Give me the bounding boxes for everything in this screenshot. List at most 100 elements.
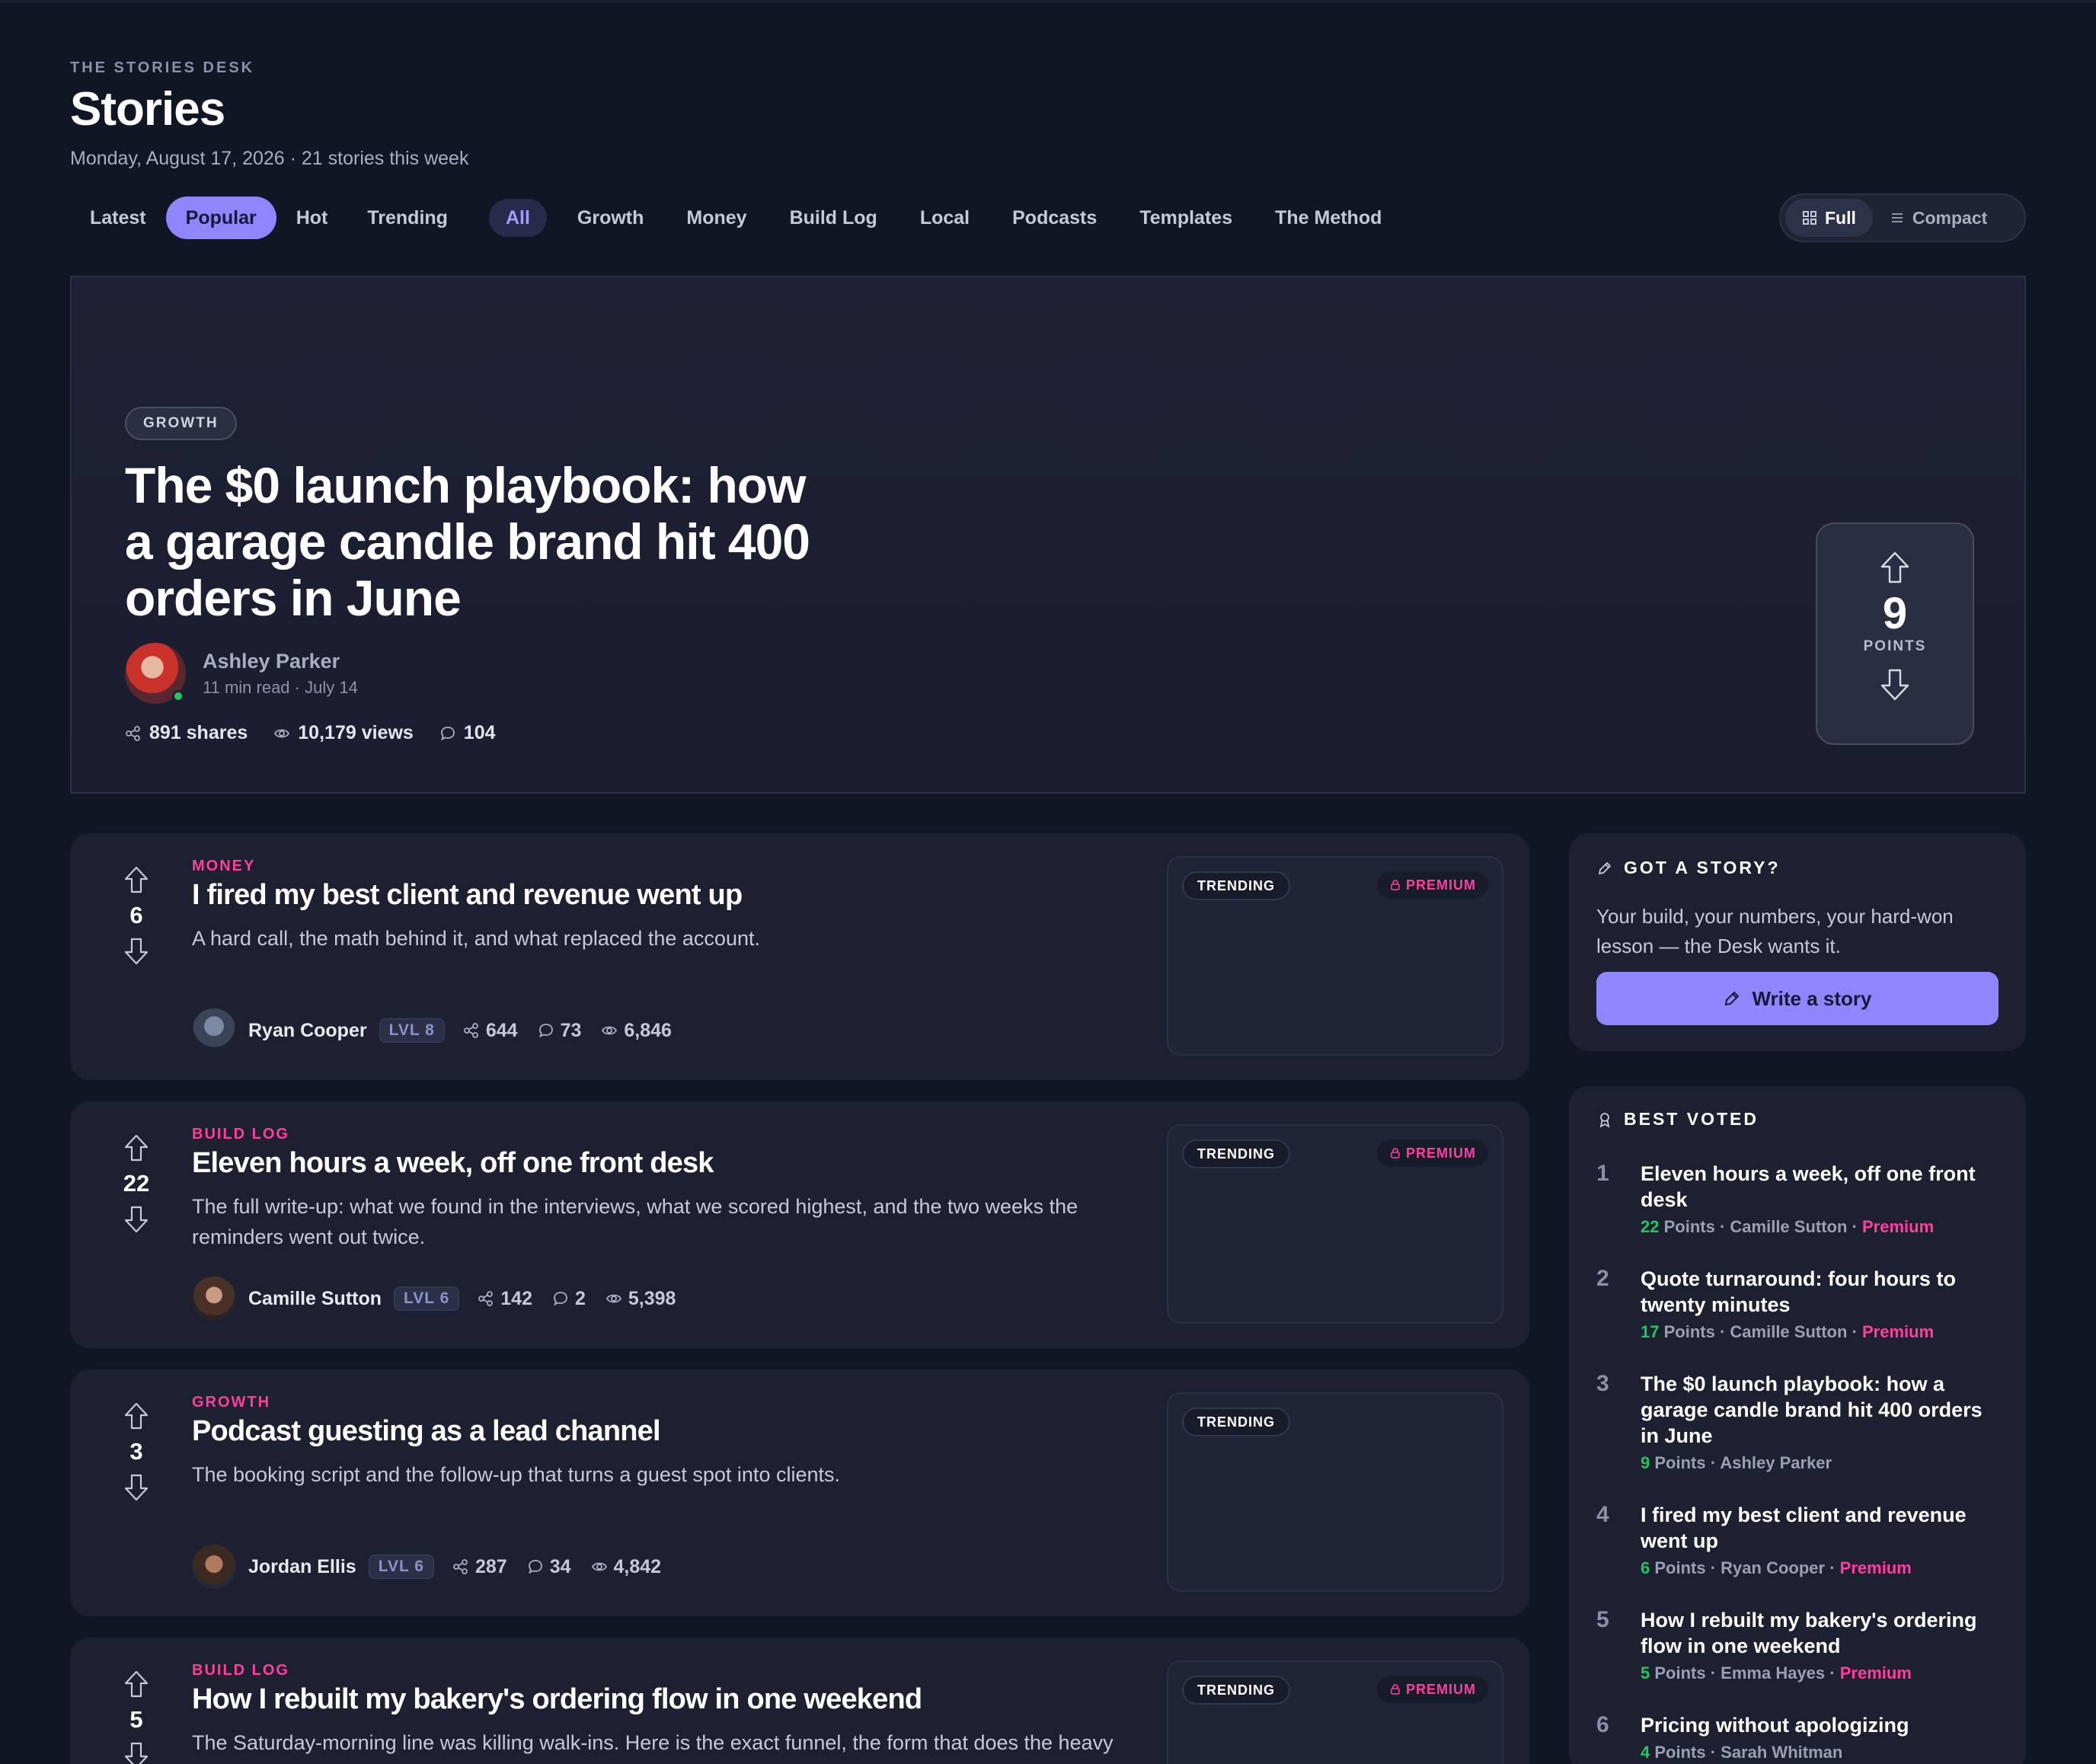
best-voted-title-link[interactable]: I fired my best client and revenue went …: [1641, 1502, 2006, 1554]
tab-the-method[interactable]: The Method: [1254, 197, 1403, 239]
level-badge: LVL 6: [394, 1286, 460, 1311]
upvote-icon[interactable]: [120, 1668, 152, 1700]
avatar[interactable]: [125, 643, 186, 704]
tab-all[interactable]: All: [488, 199, 547, 237]
best-voted-meta: 22 Points · Camille Sutton · Premium: [1641, 1217, 1935, 1236]
tab-local[interactable]: Local: [899, 197, 991, 239]
best-voted-title-link[interactable]: Quote turnaround: four hours to twenty m…: [1641, 1266, 2006, 1318]
story-thumbnail[interactable]: TRENDING: [1167, 1392, 1503, 1592]
story-author[interactable]: Ryan Cooper: [248, 1020, 367, 1042]
hero-category-badge[interactable]: GROWTH: [125, 407, 237, 440]
author-name[interactable]: Camille Sutton: [1730, 1217, 1847, 1236]
tab-podcasts[interactable]: Podcasts: [991, 197, 1118, 239]
eye-icon: [274, 729, 290, 737]
story-category[interactable]: MONEY: [192, 858, 255, 875]
share-icon: [126, 725, 140, 741]
best-voted-heading: BEST VOTED: [1596, 1109, 1759, 1130]
upvote-icon[interactable]: [1876, 548, 1914, 586]
best-voted-title-link[interactable]: How I rebuilt my bakery's ordering flow …: [1641, 1607, 2006, 1659]
story-card[interactable]: 6 MONEY I fired my best client and reven…: [70, 833, 1529, 1080]
story-points: 5: [129, 1706, 143, 1733]
got-a-story-text: Your build, your numbers, your hard-won …: [1596, 905, 1954, 957]
author-name[interactable]: Sarah Whitman: [1721, 1743, 1842, 1762]
avatar[interactable]: [192, 1008, 236, 1053]
points-value: 4: [1641, 1743, 1650, 1762]
downvote-icon[interactable]: [120, 935, 152, 967]
best-voted-title-link[interactable]: Pricing without apologizing: [1641, 1712, 2006, 1738]
story-category[interactable]: BUILD LOG: [192, 1126, 289, 1143]
story-comments[interactable]: 73: [538, 1020, 581, 1042]
story-title[interactable]: How I rebuilt my bakery's ordering flow …: [192, 1683, 922, 1716]
top-edge: [0, 0, 2096, 3]
best-voted-title-link[interactable]: The $0 launch playbook: how a garage can…: [1641, 1371, 2006, 1449]
hero-views-value: 10,179 views: [298, 722, 414, 743]
story-title[interactable]: Podcast guesting as a lead channel: [192, 1415, 661, 1448]
story-thumbnail[interactable]: TRENDING PREMIUM: [1167, 1124, 1503, 1324]
story-card[interactable]: 22 BUILD LOG Eleven hours a week, off on…: [70, 1101, 1529, 1348]
tab-popular[interactable]: Popular: [165, 197, 276, 239]
hero-title[interactable]: The $0 launch playbook: how a garage can…: [125, 457, 810, 626]
downvote-icon[interactable]: [1876, 666, 1914, 704]
view-full-button[interactable]: Full: [1785, 199, 1873, 237]
view-toggle: Full Compact: [1779, 193, 2026, 242]
hero-comments[interactable]: 104: [439, 722, 496, 744]
lock-icon: [1391, 1148, 1400, 1158]
story-views: 5,398: [605, 1288, 676, 1310]
downvote-icon[interactable]: [120, 1203, 152, 1235]
story-title[interactable]: Eleven hours a week, off one front desk: [192, 1147, 714, 1180]
points-value: 17: [1641, 1322, 1660, 1341]
upvote-icon[interactable]: [120, 1400, 152, 1432]
tab-templates[interactable]: Templates: [1118, 197, 1254, 239]
premium-badge: PREMIUM: [1377, 1139, 1488, 1167]
vote-column: 3: [110, 1400, 163, 1504]
tab-build-log[interactable]: Build Log: [768, 197, 899, 239]
story-card[interactable]: 3 GROWTH Podcast guesting as a lead chan…: [70, 1369, 1529, 1616]
rank-number: 4: [1596, 1502, 1609, 1527]
author-name[interactable]: Ryan Cooper: [1721, 1558, 1825, 1577]
section-kicker: THE STORIES DESK: [70, 59, 255, 76]
vote-column: 22: [110, 1132, 163, 1235]
story-footer: Camille Sutton LVL 6 142 2 5,398: [192, 1277, 683, 1321]
hero-author-meta: 11 min read · July 14: [203, 677, 358, 697]
downvote-icon[interactable]: [120, 1740, 152, 1764]
story-author[interactable]: Jordan Ellis: [248, 1556, 356, 1578]
got-a-story-heading: GOT A STORY?: [1596, 858, 1781, 878]
story-comments[interactable]: 2: [552, 1288, 586, 1310]
author-name[interactable]: Camille Sutton: [1730, 1322, 1847, 1341]
upvote-icon[interactable]: [120, 864, 152, 896]
premium-label: PREMIUM: [1406, 877, 1476, 893]
view-compact-button[interactable]: Compact: [1873, 199, 2004, 237]
tab-growth[interactable]: Growth: [556, 197, 666, 239]
story-card[interactable]: 5 BUILD LOG How I rebuilt my bakery's or…: [70, 1638, 1529, 1764]
story-description: A hard call, the math behind it, and wha…: [192, 927, 760, 950]
premium-label: Premium: [1861, 1322, 1935, 1341]
story-footer: Ryan Cooper LVL 8 644 73 6,846: [192, 1008, 679, 1053]
best-voted-panel: BEST VOTED 1 Eleven hours a week, off on…: [1569, 1086, 2026, 1764]
tab-latest[interactable]: Latest: [70, 197, 166, 239]
hero-author-name[interactable]: Ashley Parker: [203, 650, 358, 673]
views-value: 6,846: [624, 1019, 672, 1041]
comment-icon: [528, 1560, 542, 1574]
author-name[interactable]: Emma Hayes: [1721, 1663, 1825, 1683]
write-story-button[interactable]: Write a story: [1596, 972, 1999, 1025]
avatar[interactable]: [192, 1277, 236, 1321]
tab-trending[interactable]: Trending: [347, 197, 468, 239]
best-voted-title-link[interactable]: Eleven hours a week, off one front desk: [1641, 1161, 2006, 1213]
tab-money[interactable]: Money: [665, 197, 768, 239]
story-comments[interactable]: 34: [527, 1556, 571, 1578]
story-title[interactable]: I fired my best client and revenue went …: [192, 879, 743, 912]
story-thumbnail[interactable]: TRENDING PREMIUM: [1167, 856, 1503, 1056]
avatar[interactable]: [192, 1545, 236, 1589]
author-name[interactable]: Ashley Parker: [1720, 1453, 1832, 1472]
eye-icon: [605, 1294, 621, 1303]
story-author[interactable]: Camille Sutton: [248, 1288, 382, 1310]
story-thumbnail[interactable]: TRENDING PREMIUM: [1167, 1660, 1503, 1764]
story-category[interactable]: GROWTH: [192, 1394, 270, 1411]
comments-value: 34: [549, 1555, 571, 1577]
upvote-icon[interactable]: [120, 1132, 152, 1164]
story-category[interactable]: BUILD LOG: [192, 1662, 289, 1679]
premium-label: PREMIUM: [1406, 1681, 1476, 1697]
tab-hot[interactable]: Hot: [276, 197, 348, 239]
downvote-icon[interactable]: [120, 1472, 152, 1504]
hero-story[interactable]: GROWTH The $0 launch playbook: how a gar…: [70, 276, 2026, 794]
